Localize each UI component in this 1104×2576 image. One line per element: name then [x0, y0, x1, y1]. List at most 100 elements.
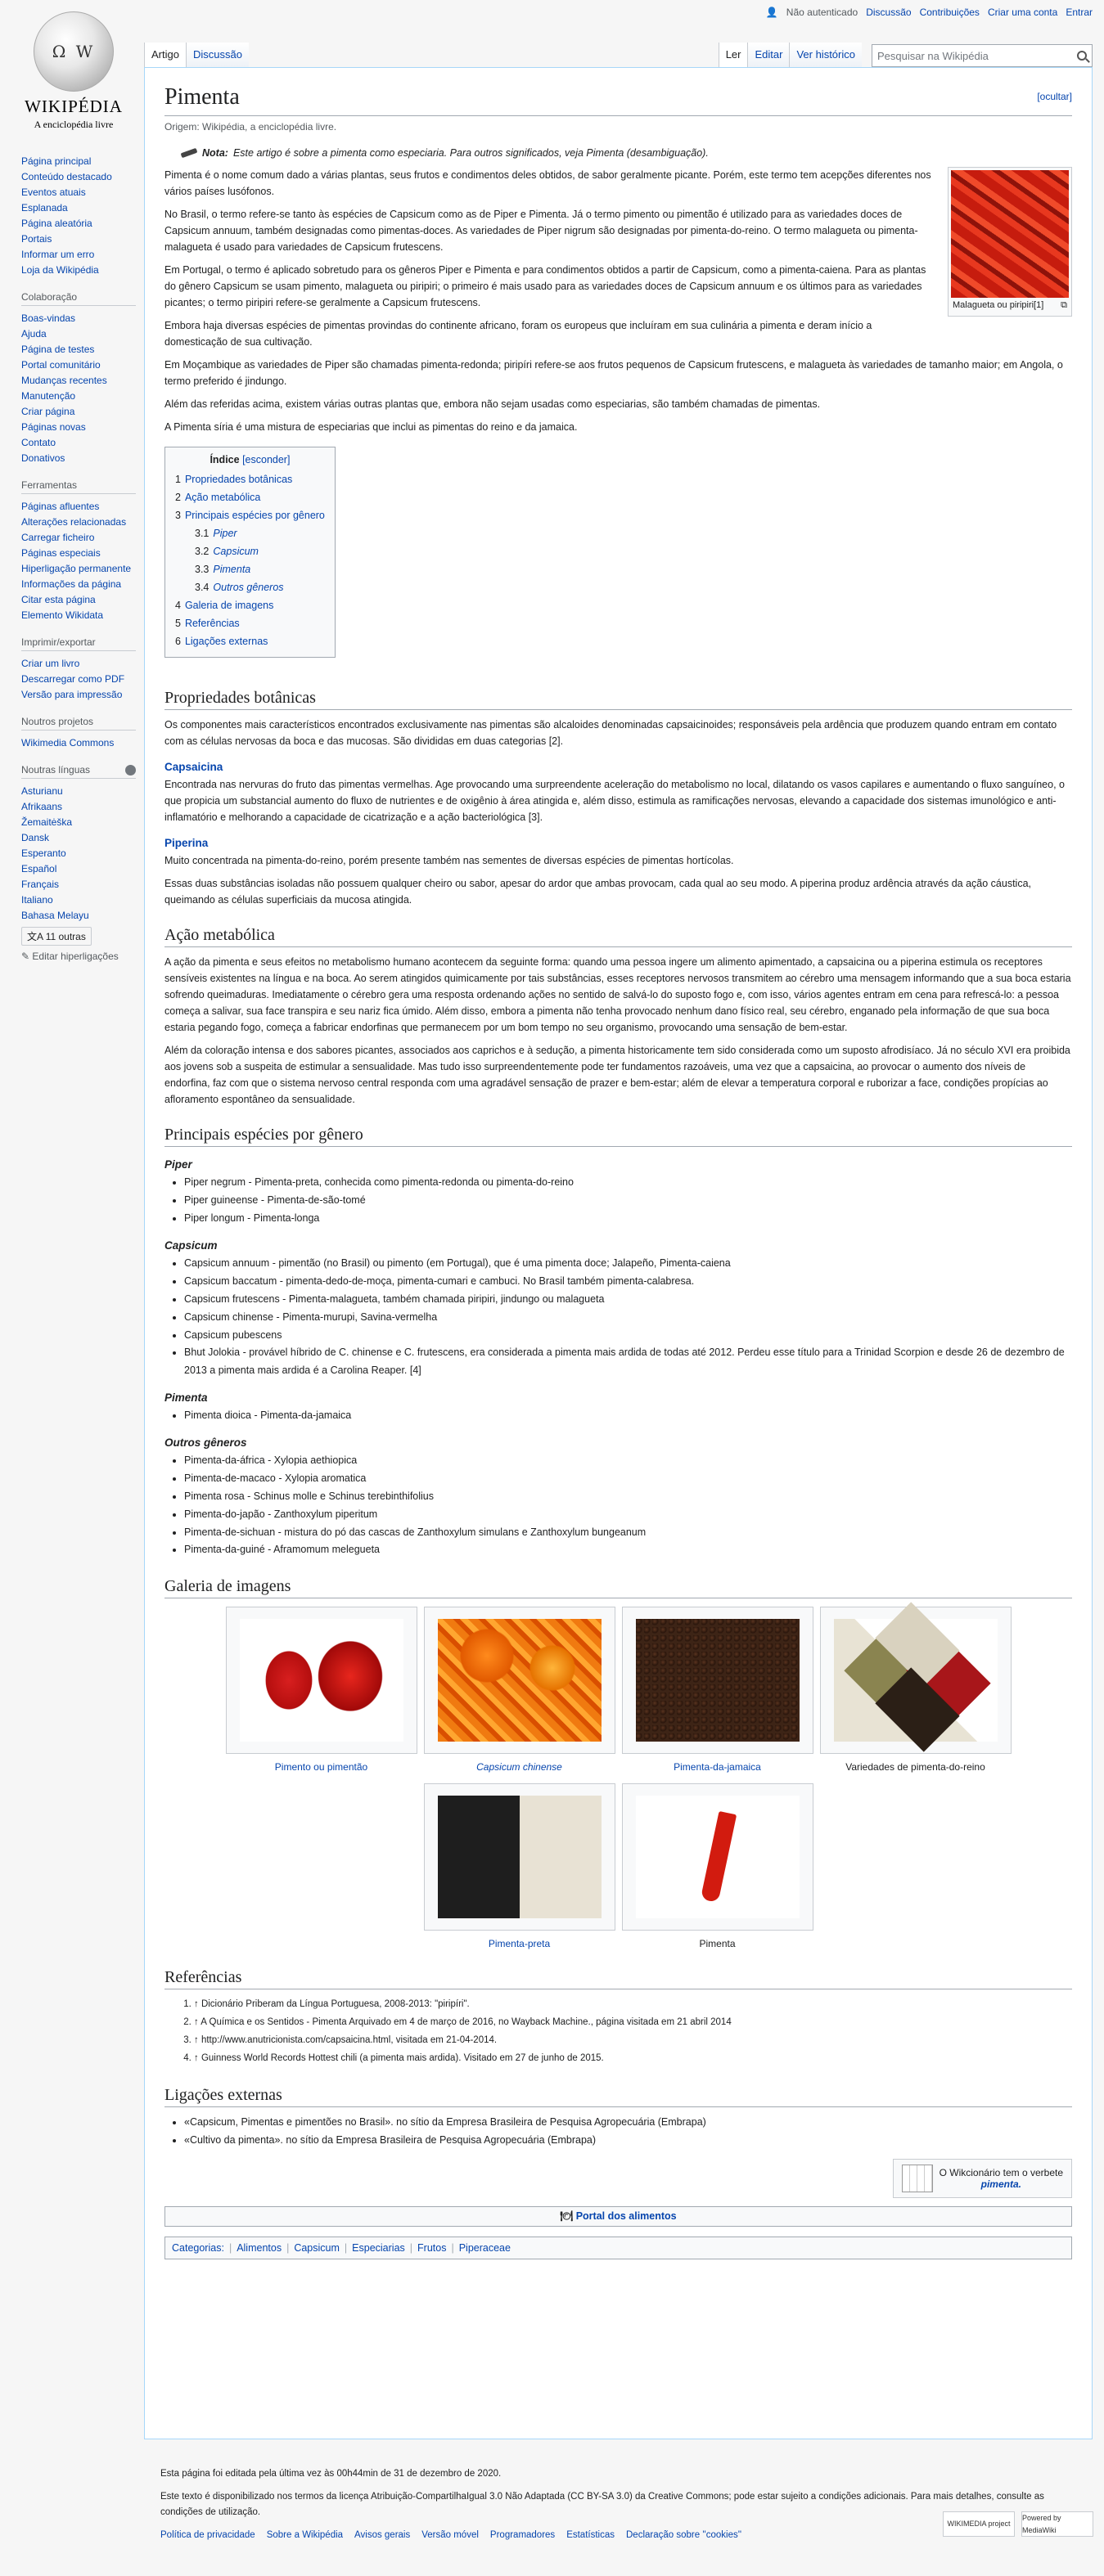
- category-link[interactable]: Piperaceae: [459, 2242, 511, 2254]
- mediawiki-badge[interactable]: Powered by MediaWiki: [1021, 2511, 1093, 2537]
- toc-item[interactable]: 3.2 Capsicum: [195, 542, 325, 560]
- edit-interlanguage-links[interactable]: ✎ Editar hiperligações: [21, 951, 136, 962]
- toc-item[interactable]: 6 Ligações externas: [175, 632, 325, 650]
- sidebar-project-item-0[interactable]: Wikimedia Commons: [21, 735, 136, 751]
- more-languages-button[interactable]: 文A 11 outras: [21, 927, 92, 946]
- sidebar-collab-item-3[interactable]: Portal comunitário: [21, 357, 136, 373]
- toc-link[interactable]: Referências: [185, 618, 240, 629]
- sidebar-collab-item-0[interactable]: Boas-vindas: [21, 311, 136, 326]
- sidebar-main-item-1[interactable]: Conteúdo destacado: [21, 169, 136, 185]
- lead-image[interactable]: Malagueta ou piripiri[1] ⧉: [948, 167, 1072, 317]
- categories-label[interactable]: Categorias:: [172, 2242, 224, 2254]
- toc-link[interactable]: Ação metabólica: [185, 492, 260, 503]
- toc-item[interactable]: 3.3 Pimenta: [195, 560, 325, 578]
- sidebar-tools-item-7[interactable]: Elemento Wikidata: [21, 608, 136, 623]
- allspice-image[interactable]: [635, 1619, 800, 1742]
- sidebar-language-item-1[interactable]: Afrikaans: [21, 799, 136, 815]
- gallery-caption[interactable]: Pimento ou pimentão: [275, 1761, 367, 1773]
- search-input[interactable]: Pesquisar na Wikipédia: [872, 44, 1093, 67]
- toc-item[interactable]: 3.1 Piper: [195, 524, 325, 542]
- sidebar-language-item-3[interactable]: Dansk: [21, 830, 136, 846]
- toc-item[interactable]: 4 Galeria de imagens: [175, 596, 325, 614]
- sidebar-print-item-2[interactable]: Versão para impressão: [21, 687, 136, 703]
- sidebar-main-item-0[interactable]: Página principal: [21, 154, 136, 169]
- footer-link[interactable]: Declaração sobre ''cookies'': [626, 2528, 741, 2542]
- sidebar-collab-item-9[interactable]: Donativos: [21, 451, 136, 466]
- wiktionary-word-link[interactable]: pimenta.: [981, 2178, 1021, 2190]
- sidebar-language-item-5[interactable]: Español: [21, 861, 136, 877]
- gear-icon[interactable]: [125, 764, 136, 775]
- tab-edit[interactable]: Editar: [747, 43, 790, 67]
- sidebar-print-item-0[interactable]: Criar um livro: [21, 656, 136, 672]
- gallery-item[interactable]: Pimenta-da-jamaica: [621, 1607, 813, 1774]
- sidebar-tools-item-1[interactable]: Alterações relacionadas: [21, 515, 136, 530]
- toc-item[interactable]: 5 Referências: [175, 614, 325, 632]
- sidebar-collab-item-8[interactable]: Contato: [21, 435, 136, 451]
- toc-item[interactable]: 1 Propriedades botânicas: [175, 470, 325, 488]
- hide-toggle[interactable]: [ocultar]: [1037, 91, 1072, 102]
- sidebar-main-item-4[interactable]: Página aleatória: [21, 216, 136, 232]
- malagueta-image[interactable]: [951, 170, 1069, 299]
- gallery-caption[interactable]: Pimenta-da-jamaica: [674, 1761, 761, 1773]
- sidebar-language-item-6[interactable]: Français: [21, 877, 136, 892]
- sidebar-tools-item-6[interactable]: Citar esta página: [21, 592, 136, 608]
- capsicum-chinense-image[interactable]: [437, 1619, 602, 1742]
- sidebar-print-item-1[interactable]: Descarregar como PDF: [21, 672, 136, 687]
- sidebar-tools-item-3[interactable]: Páginas especiais: [21, 546, 136, 561]
- sidebar-collab-item-1[interactable]: Ajuda: [21, 326, 136, 342]
- sidebar-collab-item-7[interactable]: Páginas novas: [21, 420, 136, 435]
- footer-link[interactable]: Avisos gerais: [354, 2528, 410, 2542]
- footer-link[interactable]: Versão móvel: [421, 2528, 479, 2542]
- sidebar-main-item-6[interactable]: Informar um erro: [21, 247, 136, 263]
- contributions-link[interactable]: Contribuições: [920, 7, 980, 18]
- sidebar-language-item-0[interactable]: Asturianu: [21, 784, 136, 799]
- sidebar-main-item-3[interactable]: Esplanada: [21, 200, 136, 216]
- footer-link[interactable]: Programadores: [490, 2528, 555, 2542]
- gallery-item[interactable]: Pimenta: [621, 1783, 813, 1950]
- toc-link[interactable]: Propriedades botânicas: [185, 474, 292, 485]
- sidebar-language-item-4[interactable]: Esperanto: [21, 846, 136, 861]
- toc-link[interactable]: Ligações externas: [185, 636, 268, 647]
- toc-link[interactable]: Principais espécies por gênero: [185, 510, 325, 521]
- enlarge-icon[interactable]: ⧉: [1061, 300, 1067, 311]
- tab-read[interactable]: Ler: [718, 43, 748, 67]
- sidebar-collab-item-5[interactable]: Manutenção: [21, 389, 136, 404]
- talk-link[interactable]: Discussão: [866, 7, 911, 18]
- category-link[interactable]: Especiarias: [352, 2242, 405, 2254]
- sidebar-tools-item-4[interactable]: Hiperligação permanente: [21, 561, 136, 577]
- create-account-link[interactable]: Criar uma conta: [988, 7, 1057, 18]
- category-link[interactable]: Alimentos: [237, 2242, 282, 2254]
- black-pepper-image[interactable]: [437, 1796, 602, 1919]
- gallery-caption[interactable]: Capsicum chinense: [476, 1761, 562, 1773]
- toc-toggle[interactable]: [esconder]: [242, 454, 290, 465]
- bell-pepper-image[interactable]: [239, 1619, 403, 1742]
- footer-link[interactable]: Política de privacidade: [160, 2528, 255, 2542]
- sidebar-language-item-7[interactable]: Italiano: [21, 892, 136, 908]
- gallery-item[interactable]: Pimenta-preta: [423, 1783, 615, 1950]
- portal-link[interactable]: Portal dos alimentos: [576, 2210, 677, 2222]
- sidebar-tools-item-2[interactable]: Carregar ficheiro: [21, 530, 136, 546]
- toc-link[interactable]: Piper: [213, 528, 237, 539]
- sidebar-language-item-2[interactable]: Žemaitėška: [21, 815, 136, 830]
- tab-history[interactable]: Ver histórico: [789, 43, 862, 67]
- sidebar-collab-item-4[interactable]: Mudanças recentes: [21, 373, 136, 389]
- toc-item[interactable]: 2 Ação metabólica: [175, 488, 325, 506]
- toc-link[interactable]: Pimenta: [213, 564, 250, 575]
- wikipedia-logo[interactable]: WIKIPÉDIA A enciclopédia livre: [16, 11, 131, 131]
- gallery-item[interactable]: Capsicum chinense: [423, 1607, 615, 1774]
- login-link[interactable]: Entrar: [1066, 7, 1093, 18]
- sidebar-collab-item-2[interactable]: Página de testes: [21, 342, 136, 357]
- sidebar-main-item-2[interactable]: Eventos atuais: [21, 185, 136, 200]
- toc-link[interactable]: Outros gêneros: [213, 582, 283, 593]
- sidebar-tools-item-5[interactable]: Informações da página: [21, 577, 136, 592]
- gallery-item[interactable]: Pimento ou pimentão: [225, 1607, 417, 1774]
- red-chili-image[interactable]: [635, 1796, 800, 1919]
- footer-link[interactable]: Estatísticas: [566, 2528, 615, 2542]
- toc-item[interactable]: 3.4 Outros gêneros: [195, 578, 325, 596]
- toc-link[interactable]: Capsicum: [213, 546, 259, 557]
- category-link[interactable]: Capsicum: [294, 2242, 340, 2254]
- wikimedia-badge[interactable]: WIKIMEDIA project: [943, 2511, 1015, 2537]
- peppercorn-varieties-image[interactable]: [833, 1602, 998, 1752]
- toc-link[interactable]: Galeria de imagens: [185, 600, 273, 611]
- sidebar-collab-item-6[interactable]: Criar página: [21, 404, 136, 420]
